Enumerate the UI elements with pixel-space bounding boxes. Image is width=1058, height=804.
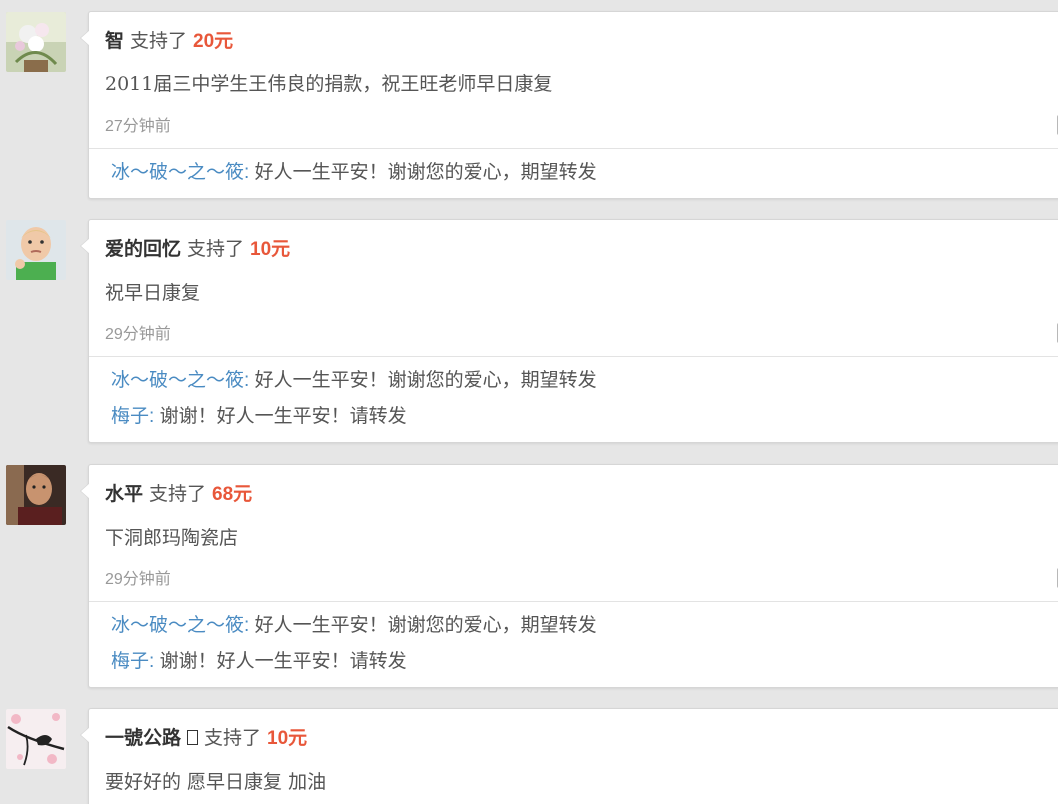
user-avatar[interactable] xyxy=(6,709,66,769)
donation-amount: 10元 xyxy=(267,727,308,749)
donation-message: 下洞郎玛陶瓷店 xyxy=(105,527,239,549)
amount-value: 10 xyxy=(267,728,289,749)
reply-separator: : xyxy=(149,406,160,427)
donor-name[interactable]: 水平 xyxy=(105,483,143,505)
amount-value: 10 xyxy=(250,239,272,260)
donation-time: 29分钟前 xyxy=(105,323,171,346)
reply-author[interactable]: 梅子 xyxy=(111,650,149,672)
flower-photo-icon xyxy=(6,12,66,72)
reply-text: 好人一生平安！谢谢您的爱心，期望转发 xyxy=(254,614,597,636)
donation-card: 水平 支持了 68元 下洞郎玛陶瓷店 29分钟前 冰～破～之～筱: 好人一生平安！谢… xyxy=(80,464,1058,688)
donor-name[interactable]: 智 xyxy=(105,30,124,52)
time-unit: 分钟前 xyxy=(122,116,171,135)
reply-separator: : xyxy=(149,651,160,672)
reply-text: 好人一生平安！谢谢您的爱心，期望转发 xyxy=(254,161,597,183)
donation-amount: 20元 xyxy=(193,30,234,52)
reply-item: 冰～破～之～筱: 好人一生平安！谢谢您的爱心，期望转发 xyxy=(111,367,597,394)
amount-unit: 元 xyxy=(288,727,308,749)
reply-text: 好人一生平安！谢谢您的爱心，期望转发 xyxy=(254,369,597,391)
donation-time: 29分钟前 xyxy=(105,568,171,591)
reply-item: 冰～破～之～筱: 好人一生平安！谢谢您的爱心，期望转发 xyxy=(111,612,597,639)
donation-message: 祝早日康复 xyxy=(105,282,201,304)
reply-author[interactable]: 冰～破～之～筱 xyxy=(111,369,244,391)
divider xyxy=(89,356,1058,357)
time-unit: 分钟前 xyxy=(122,324,171,343)
supported-label: 支持了 xyxy=(149,483,207,505)
supported-label: 支持了 xyxy=(187,238,245,260)
supported-label: 支持了 xyxy=(130,30,188,52)
bird-branch-icon xyxy=(6,709,66,769)
time-value: 29 xyxy=(105,326,123,343)
time-unit: 分钟前 xyxy=(122,569,171,588)
divider xyxy=(89,601,1058,602)
reply-author[interactable]: 冰～破～之～筱 xyxy=(111,161,244,183)
user-avatar[interactable] xyxy=(6,12,66,72)
reply-separator: : xyxy=(244,162,255,183)
donation-card: 爱的回忆 支持了 10元 祝早日康复 29分钟前 冰～破～之～筱: 好人一生平安！谢… xyxy=(80,219,1058,443)
donation-amount: 10元 xyxy=(250,238,291,260)
time-value: 27 xyxy=(105,118,123,135)
baby-photo-icon xyxy=(6,220,66,280)
donation-card: 智支持了 20元 2011届三中学生王伟良的捐款，祝王旺老师早日康复 27分钟前 … xyxy=(80,11,1058,199)
amount-unit: 元 xyxy=(271,238,291,260)
amount-unit: 元 xyxy=(214,30,234,52)
reply-separator: : xyxy=(244,370,255,391)
reply-item: 梅子: 谢谢！好人一生平安！请转发 xyxy=(111,403,407,430)
donation-header: 爱的回忆 支持了 10元 xyxy=(105,236,290,263)
donation-time: 27分钟前 xyxy=(105,115,171,138)
amount-value: 20 xyxy=(193,31,215,52)
reply-item: 冰～破～之～筱: 好人一生平安！谢谢您的爱心，期望转发 xyxy=(111,159,597,186)
donation-message: 2011届三中学生王伟良的捐款，祝王旺老师早日康复 xyxy=(105,73,553,95)
donor-name[interactable]: 爱的回忆 xyxy=(105,238,181,260)
time-value: 29 xyxy=(105,571,123,588)
donation-header: 一號公路 支持了 10元 xyxy=(105,725,307,752)
donation-header: 智支持了 20元 xyxy=(105,28,233,55)
donor-name[interactable]: 一號公路 xyxy=(105,727,181,749)
amount-value: 68 xyxy=(212,484,234,505)
donation-feed: 智支持了 20元 2011届三中学生王伟良的捐款，祝王旺老师早日康复 27分钟前 … xyxy=(0,0,1058,804)
vip-badge-icon xyxy=(187,730,199,745)
reply-text: 谢谢！好人一生平安！请转发 xyxy=(159,405,407,427)
divider xyxy=(89,148,1058,149)
donation-card: 一號公路 支持了 10元 要好好的 愿早日康复 加油 xyxy=(80,708,1058,804)
reply-author[interactable]: 冰～破～之～筱 xyxy=(111,614,244,636)
man-photo-icon xyxy=(6,465,66,525)
reply-item: 梅子: 谢谢！好人一生平安！请转发 xyxy=(111,648,407,675)
user-avatar[interactable] xyxy=(6,465,66,525)
reply-text: 谢谢！好人一生平安！请转发 xyxy=(159,650,407,672)
supported-label: 支持了 xyxy=(204,727,262,749)
donation-amount: 68元 xyxy=(212,483,253,505)
reply-author[interactable]: 梅子 xyxy=(111,405,149,427)
user-avatar[interactable] xyxy=(6,220,66,280)
amount-unit: 元 xyxy=(233,483,253,505)
donation-header: 水平 支持了 68元 xyxy=(105,481,252,508)
donation-message: 要好好的 愿早日康复 加油 xyxy=(105,771,327,793)
reply-separator: : xyxy=(244,615,255,636)
